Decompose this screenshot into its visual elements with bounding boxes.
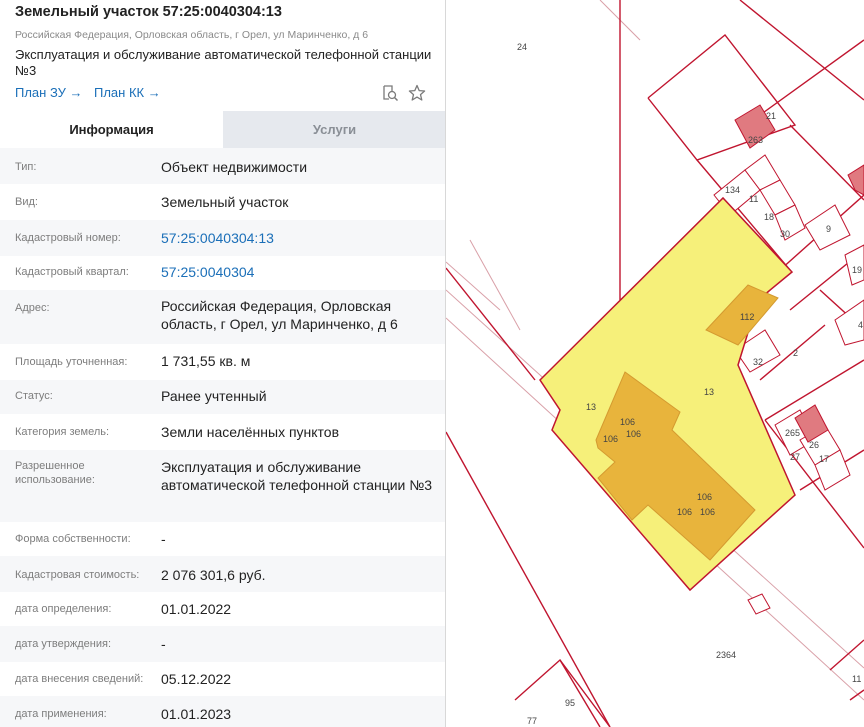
map-label: 263 (748, 135, 763, 145)
row-label: дата применения: (15, 708, 107, 720)
plan-zu-link[interactable]: План ЗУ → (15, 85, 83, 100)
page-title: Земельный участок 57:25:0040304:13 (15, 4, 282, 20)
info-row-address: Адрес: Российская Федерация, Орловская о… (0, 290, 445, 344)
row-label: дата определения: (15, 603, 112, 615)
map-label: 2 (793, 348, 798, 358)
info-row-determination-date: дата определения: 01.01.2022 (0, 592, 445, 626)
usage-line-1: Эксплуатация и обслуживание автоматическ… (15, 47, 432, 62)
row-value: Объект недвижимости (161, 159, 308, 175)
info-row-type: Тип: Объект недвижимости (0, 148, 445, 184)
map-label: 11 (852, 674, 861, 684)
row-label: Кадастровый номер: (15, 232, 121, 244)
row-label: Площадь уточненная: (15, 356, 128, 368)
tab-services[interactable]: Услуги (223, 111, 445, 148)
row-label: Форма собственности: (15, 533, 131, 545)
row-label: Разрешенное использование: (15, 460, 95, 486)
row-label: Адрес: (15, 302, 50, 314)
map-label: 77 (527, 716, 537, 726)
info-row-ownership: Форма собственности: - (0, 522, 445, 556)
usage-line-2: №3 (15, 63, 37, 78)
row-value: 01.01.2023 (161, 706, 232, 722)
cadastral-map[interactable]: 24 21 263 134 11 18 30 9 19 112 32 2 4 1… (446, 0, 864, 727)
map-label: 4 (858, 320, 863, 330)
row-value: Эксплуатация и обслуживание автоматическ… (161, 459, 433, 493)
map-label: 106 (677, 507, 692, 517)
cadastral-number-link[interactable]: 57:25:0040304:13 (161, 229, 436, 247)
map-label: 32 (753, 357, 763, 367)
info-row-cadastral-number: Кадастровый номер: 57:25:0040304:13 (0, 220, 445, 256)
info-row-entry-date: дата внесения сведений: 05.12.2022 (0, 662, 445, 696)
map-label: 24 (517, 42, 527, 52)
row-label: дата утверждения: (15, 638, 112, 650)
map-label: 106 (626, 429, 641, 439)
map-label: 134 (725, 185, 740, 195)
map-label: 19 (852, 265, 862, 275)
star-icon[interactable] (408, 84, 426, 102)
map-label: 106 (620, 417, 635, 427)
info-row-permitted-use: Разрешенное использование: Эксплуатация … (0, 450, 445, 522)
row-value: - (161, 531, 166, 547)
info-row-land-category: Категория земель: Земли населённых пункт… (0, 414, 445, 450)
map-label: 2364 (716, 650, 736, 660)
map-label: 106 (700, 507, 715, 517)
map-label: 30 (780, 229, 790, 239)
info-row-application-date: дата применения: 01.01.2023 (0, 696, 445, 727)
row-value: Ранее учтенный (161, 388, 267, 404)
map-label: 21 (766, 111, 776, 121)
info-row-kind: Вид: Земельный участок (0, 184, 445, 220)
cadastral-quarter-link[interactable]: 57:25:0040304 (161, 263, 436, 281)
row-label: Тип: (15, 161, 37, 173)
row-label: Вид: (15, 196, 38, 208)
row-label: Кадастровый квартал: (15, 266, 129, 278)
map-label: 18 (764, 212, 774, 222)
row-value: 1 731,55 кв. м (161, 353, 251, 369)
row-label: дата внесения сведений: (15, 673, 144, 685)
map-label: 265 (785, 428, 800, 438)
row-value: 01.01.2022 (161, 601, 232, 617)
map-label: 17 (819, 454, 829, 464)
building-red-edge (847, 164, 864, 196)
row-value: Земли населённых пунктов (161, 424, 340, 440)
row-value: Российская Федерация, Орловская область,… (161, 298, 398, 332)
map-label: 27 (790, 452, 800, 462)
map-label: 11 (749, 194, 758, 204)
tab-information[interactable]: Информация (0, 111, 223, 148)
row-label: Кадастровая стоимость: (15, 569, 140, 581)
map-label: 13 (704, 387, 714, 397)
row-value: - (161, 636, 166, 652)
row-value: 05.12.2022 (161, 671, 232, 687)
info-row-status: Статус: Ранее учтенный (0, 380, 445, 414)
plan-kk-link[interactable]: План КК → (94, 85, 161, 100)
row-value: Земельный участок (161, 194, 289, 210)
tabs-bar: Информация Услуги (0, 111, 445, 148)
info-row-area: Площадь уточненная: 1 731,55 кв. м (0, 344, 445, 380)
info-row-cadastral-cost: Кадастровая стоимость: 2 076 301,6 руб. (0, 556, 445, 592)
map-label: 106 (603, 434, 618, 444)
row-label: Статус: (15, 390, 53, 402)
row-label: Категория земель: (15, 426, 110, 438)
map-label: 95 (565, 698, 575, 708)
usage-description: Эксплуатация и обслуживание автоматическ… (15, 47, 435, 79)
map-label: 112 (740, 312, 754, 322)
address-subtitle: Российская Федерация, Орловская область,… (15, 29, 369, 41)
info-row-cadastral-quarter: Кадастровый квартал: 57:25:0040304 (0, 256, 445, 290)
info-panel: Земельный участок 57:25:0040304:13 Росси… (0, 0, 446, 727)
selected-parcel[interactable] (539, 196, 796, 592)
search-document-icon[interactable] (381, 84, 399, 102)
row-value: 2 076 301,6 руб. (161, 567, 266, 583)
map-label: 13 (586, 402, 596, 412)
map-label: 9 (826, 224, 831, 234)
map-label: 106 (697, 492, 712, 502)
map-label: 26 (809, 440, 819, 450)
info-row-approval-date: дата утверждения: - (0, 626, 445, 662)
